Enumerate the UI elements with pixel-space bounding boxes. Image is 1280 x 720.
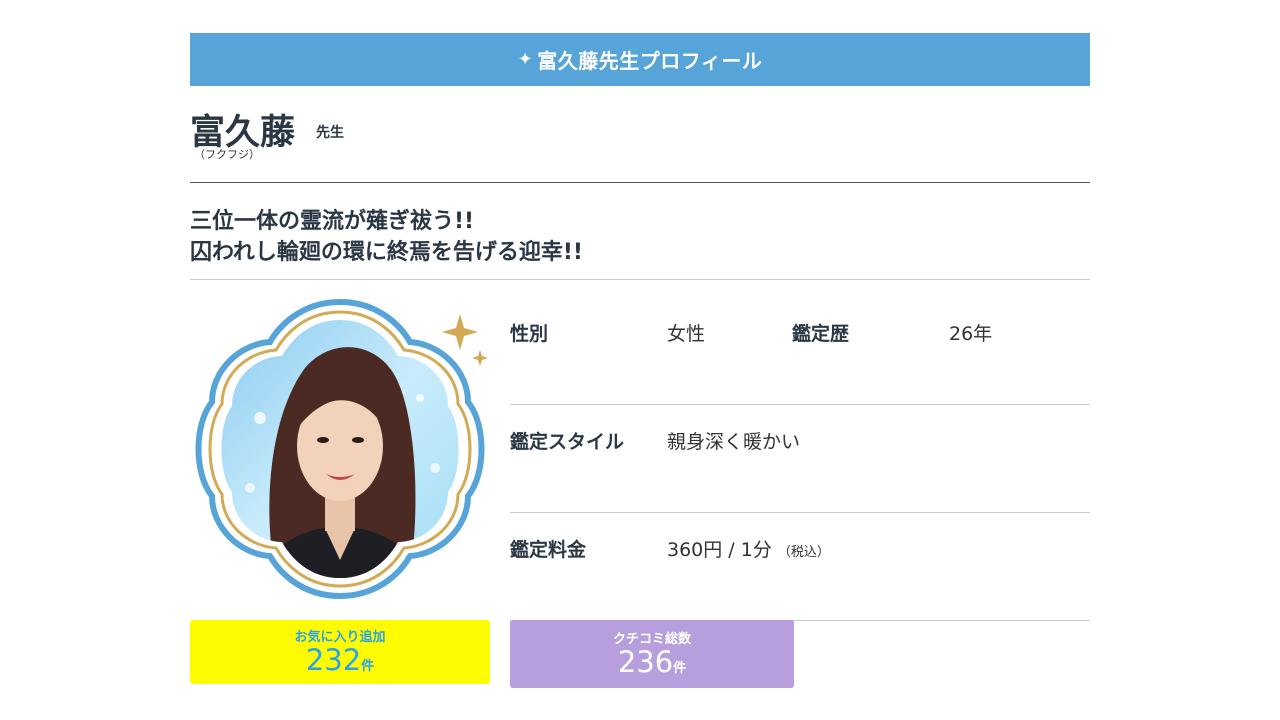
info-row-gender-career: 性別 女性 鑑定歴 26年: [510, 297, 1090, 405]
profile-photo: [190, 298, 490, 600]
career-label: 鑑定歴: [792, 323, 850, 345]
reviews-count: 236: [617, 645, 674, 679]
style-label: 鑑定スタイル: [510, 431, 625, 453]
reviews-unit: 件: [673, 661, 687, 676]
fee-value-wrap: 360円 / 1分 （税込）: [667, 535, 830, 562]
reviews-count-box[interactable]: クチコミ総数 236件: [510, 620, 794, 688]
name-suffix: 先生: [316, 125, 344, 141]
fee-value: 360円 / 1分: [667, 539, 772, 561]
profile-info: 性別 女性 鑑定歴 26年 鑑定スタイル 親身深く暖かい 鑑定料金 360円 /…: [510, 297, 1090, 621]
favorites-count-box[interactable]: お気に入り追加 232件: [190, 620, 490, 684]
profile-header: ✦ 富久藤先生プロフィール: [190, 33, 1090, 86]
sparkle-icon: ✦: [517, 49, 534, 70]
gender-label: 性別: [510, 323, 549, 345]
header-title: 富久藤先生プロフィール: [537, 49, 763, 73]
name-block: 富久藤 先生 （フクフジ）: [190, 86, 1090, 183]
info-row-fee: 鑑定料金 360円 / 1分 （税込）: [510, 513, 1090, 621]
catchphrase-line-2: 囚われし輪廻の環に終焉を告げる迎幸!!: [190, 240, 583, 265]
fee-note: （税込）: [777, 545, 830, 560]
catchphrase: 三位一体の霊流が薙ぎ祓う!! 囚われし輪廻の環に終焉を告げる迎幸!!: [190, 183, 1090, 280]
favorites-unit: 件: [361, 659, 375, 674]
name-kana: （フクフジ）: [194, 148, 260, 161]
fee-label: 鑑定料金: [510, 539, 587, 561]
style-value: 親身深く暖かい: [667, 431, 801, 453]
info-row-style: 鑑定スタイル 親身深く暖かい: [510, 405, 1090, 513]
career-value: 26年: [949, 323, 993, 345]
gender-value: 女性: [667, 323, 706, 345]
catchphrase-line-1: 三位一体の霊流が薙ぎ祓う!!: [190, 209, 475, 234]
favorites-count: 232: [305, 643, 362, 677]
profile-card: ✦ 富久藤先生プロフィール 富久藤 先生 （フクフジ） 三位一体の霊流が薙ぎ祓う…: [190, 33, 1090, 688]
